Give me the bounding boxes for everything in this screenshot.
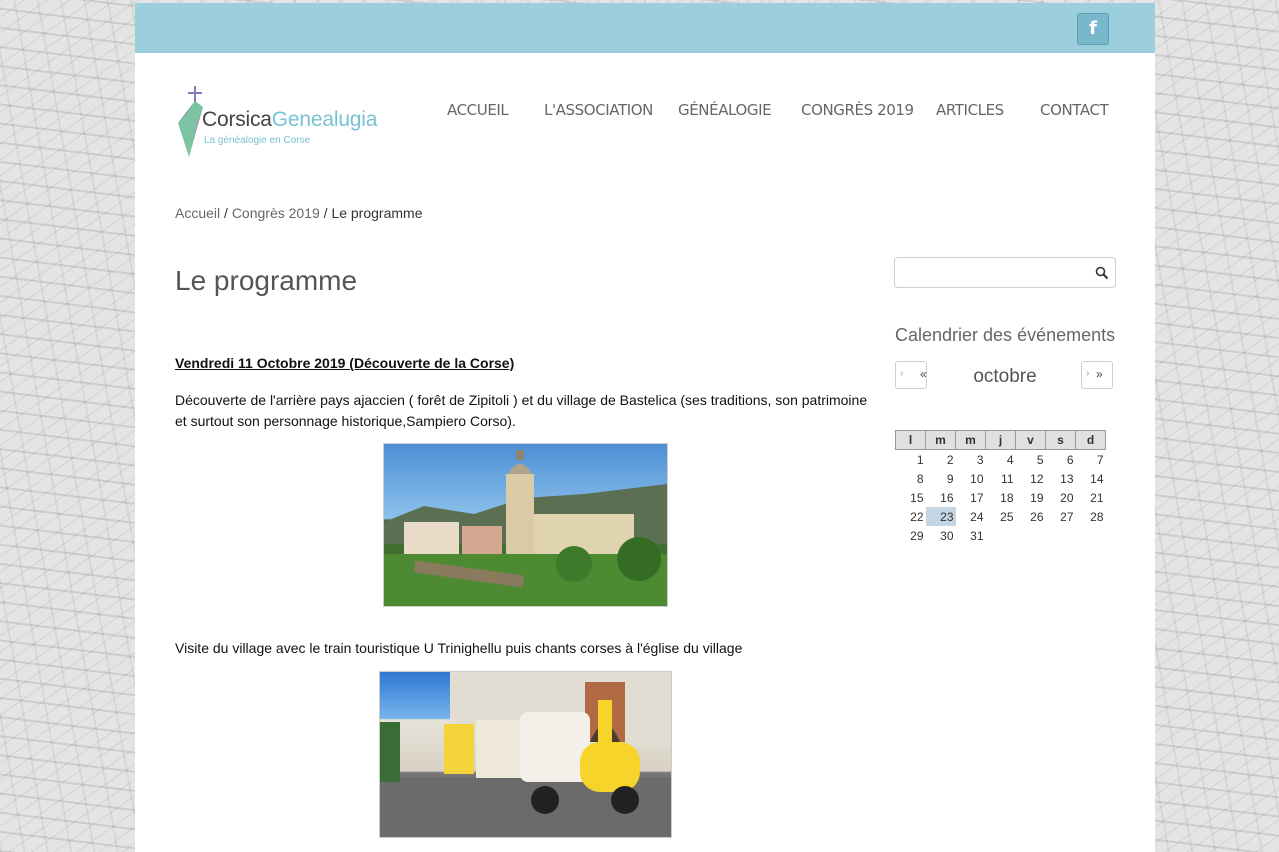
calendar-day: 29 xyxy=(910,528,924,543)
calendar-day: 25 xyxy=(1000,509,1014,524)
weekday-header: s xyxy=(1045,430,1076,450)
calendar-day: 1 xyxy=(916,452,924,467)
calendar-day: 15 xyxy=(910,490,924,505)
calendar-day xyxy=(986,526,1016,545)
logo-tagline: La généalogie en Corse xyxy=(204,135,311,146)
calendar-grid: l m m j v s d 1 2 3 4 5 6 7 8 9 10 11 12… xyxy=(895,430,1106,545)
breadcrumb-separator: / xyxy=(323,205,328,221)
calendar-next-button[interactable]: › » xyxy=(1081,361,1113,389)
calendar-day: 17 xyxy=(970,490,984,505)
breadcrumb: Accueil / Congrès 2019 / Le programme xyxy=(175,205,422,221)
calendar-day: 21 xyxy=(1090,490,1104,505)
calendar-day: 27 xyxy=(1060,509,1074,524)
nav-item-genealogie[interactable]: GÉNÉALOGIE xyxy=(678,101,772,119)
search-icon[interactable] xyxy=(1094,265,1110,281)
photo-bastelica-village xyxy=(383,443,668,607)
logo-title: CorsicaGenealugia xyxy=(202,108,377,132)
calendar-day: 11 xyxy=(1001,471,1014,486)
calendar-day: 31 xyxy=(970,528,984,543)
calendar-prev-label: « xyxy=(920,367,927,381)
breadcrumb-separator: / xyxy=(224,205,228,221)
calendar-day: 13 xyxy=(1060,471,1074,486)
site-logo[interactable]: CorsicaGenealugia La généalogie en Corse xyxy=(175,83,377,159)
breadcrumb-parent[interactable]: Congrès 2019 xyxy=(232,205,320,221)
calendar-day xyxy=(1076,526,1106,545)
calendar-next-label: » xyxy=(1096,367,1103,381)
calendar-day: 8 xyxy=(916,471,924,486)
calendar-day: 7 xyxy=(1096,452,1104,467)
nav-item-congres-2019[interactable]: CONGRÈS 2019 xyxy=(801,101,914,119)
paragraph-bastelica: Découverte de l'arrière pays ajaccien ( … xyxy=(175,392,868,429)
sidebar-search xyxy=(894,257,1116,288)
calendar-prev-button[interactable]: › « xyxy=(895,361,927,389)
calendar-day: 19 xyxy=(1030,490,1044,505)
calendar-day: 9 xyxy=(946,471,954,486)
page-container: f CorsicaGenealugia La généalogie en Cor… xyxy=(135,3,1155,852)
calendar-month: octobre xyxy=(973,366,1037,387)
calendar-day: 30 xyxy=(940,528,954,543)
calendar-day: 22 xyxy=(910,509,924,524)
chevron-right-icon: › xyxy=(900,368,904,379)
facebook-icon[interactable]: f xyxy=(1077,13,1109,45)
calendar-day-highlighted[interactable]: 23 xyxy=(925,507,956,526)
calendar-day: 20 xyxy=(1060,490,1074,505)
weekday-header: m xyxy=(925,430,956,450)
calendar-day: 5 xyxy=(1036,452,1044,467)
calendar-day xyxy=(1016,526,1046,545)
nav-item-association[interactable]: L'ASSOCIATION xyxy=(544,101,653,119)
calendar-day: 24 xyxy=(970,509,984,524)
calendar-day: 4 xyxy=(1006,452,1014,467)
calendar-day: 28 xyxy=(1090,509,1104,524)
paragraph-train: Visite du village avec le train touristi… xyxy=(175,640,743,656)
nav-item-articles[interactable]: ARTICLES xyxy=(936,101,1004,119)
top-bar: f xyxy=(135,3,1155,53)
weekday-header: v xyxy=(1015,430,1046,450)
calendar-day: 2 xyxy=(946,452,954,467)
calendar-day: 16 xyxy=(940,490,954,505)
breadcrumb-home[interactable]: Accueil xyxy=(175,205,220,221)
page-title: Le programme xyxy=(175,265,358,296)
calendar-day: 26 xyxy=(1030,509,1044,524)
logo-name-part2: Genealugia xyxy=(271,108,378,131)
calendar-day: 12 xyxy=(1030,471,1044,486)
calendar-day: 6 xyxy=(1066,452,1074,467)
calendar-day: 3 xyxy=(976,452,984,467)
day-heading: Vendredi 11 Octobre 2019 (Découverte de … xyxy=(175,355,515,371)
logo-mark-icon xyxy=(178,86,203,157)
weekday-header: d xyxy=(1075,430,1106,450)
nav-item-contact[interactable]: CONTACT xyxy=(1040,101,1109,119)
breadcrumb-current: Le programme xyxy=(331,205,423,221)
logo-name-part1: Corsica xyxy=(202,108,272,131)
calendar-day: 18 xyxy=(1000,490,1014,505)
weekday-header: m xyxy=(955,430,986,450)
chevron-right-icon: › xyxy=(1086,368,1090,379)
calendar-widget-title: Calendrier des événements xyxy=(895,325,1116,345)
photo-tourist-train xyxy=(379,671,672,838)
nav-item-accueil[interactable]: ACCUEIL xyxy=(447,101,509,119)
calendar-day: 14 xyxy=(1090,471,1104,486)
calendar-day xyxy=(1046,526,1076,545)
search-input[interactable] xyxy=(901,262,1085,285)
weekday-header: l xyxy=(895,430,926,450)
weekday-header: j xyxy=(985,430,1016,450)
calendar-day: 10 xyxy=(970,471,984,486)
